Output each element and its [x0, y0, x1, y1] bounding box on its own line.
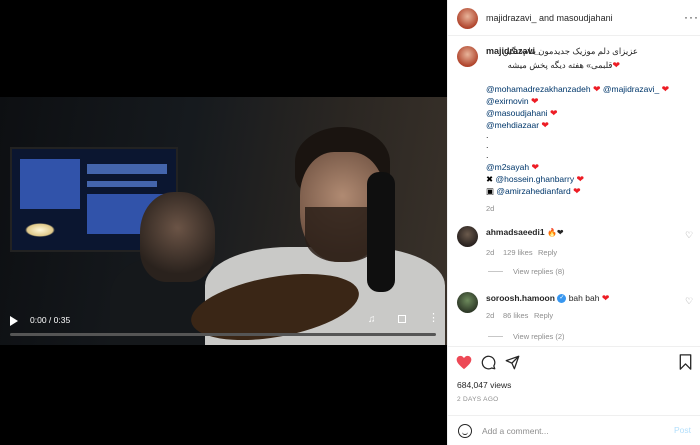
comment-icon[interactable] — [481, 355, 496, 370]
mention-link[interactable]: @mohamadrezakhanzadeh ❤ @majidrazavi_ ❤ — [486, 84, 669, 95]
add-comment-bar: Post — [448, 415, 700, 445]
comment-age: 2d — [486, 248, 495, 257]
fullscreen-icon[interactable] — [398, 315, 406, 323]
emoji-smiley-icon[interactable] — [458, 424, 472, 438]
camera-emoji: ▣ — [486, 186, 495, 196]
caption-line-2: ❤قلبمی» هفته دیگه پخش میشه — [507, 60, 620, 70]
mention-link[interactable]: ▣ @amirzahedianfard ❤ — [486, 186, 581, 197]
comment-input[interactable] — [482, 424, 662, 438]
mention-link[interactable]: @masoudjahani ❤ — [486, 108, 557, 119]
share-icon[interactable] — [505, 355, 520, 370]
caption-dot: . — [486, 150, 489, 160]
reply-button[interactable]: Reply — [534, 311, 553, 320]
comment-2: soroosh.hamoon ✓ bah bah ❤ — [486, 293, 610, 304]
view-replies-button[interactable]: View replies (8) — [513, 267, 565, 276]
post-sidebar: majidrazavi_ and masoudjahani ··· majidr… — [447, 0, 700, 445]
more-options-icon[interactable]: ⋮ — [428, 313, 439, 324]
like-comment-icon[interactable]: ♡ — [685, 296, 693, 307]
post-comment-button[interactable]: Post — [674, 425, 691, 435]
save-bookmark-icon[interactable] — [679, 354, 692, 370]
comment-age: 2d — [486, 311, 495, 320]
comment-likes[interactable]: 129 likes — [503, 248, 533, 257]
caption-avatar[interactable] — [457, 46, 478, 67]
caption-age: 2d — [486, 204, 495, 213]
guitarist-head — [140, 192, 215, 282]
reply-divider — [488, 271, 503, 272]
comment-likes[interactable]: 86 likes — [503, 311, 528, 320]
video-time: 0:00 / 0:35 — [30, 315, 71, 325]
caption-line-1: عزیزای دلم موزیک جدیدمون بنام«نگین — [502, 46, 638, 56]
view-replies-button[interactable]: View replies (2) — [513, 332, 565, 341]
post-authors[interactable]: majidrazavi_ and masoudjahani — [486, 13, 613, 23]
video-progress-bar[interactable] — [10, 333, 436, 336]
comment-username[interactable]: soroosh.hamoon — [486, 293, 555, 303]
mention-link[interactable]: @m2sayah ❤ — [486, 162, 539, 173]
mention-link[interactable]: @mehdiazaar ❤ — [486, 120, 549, 131]
media-panel: 0:00 / 0:35 ♫ ⋮ — [0, 0, 447, 445]
post-actions — [448, 346, 700, 376]
video-player[interactable] — [0, 97, 447, 345]
comment-text: bah bah — [568, 293, 600, 303]
like-comment-icon[interactable]: ♡ — [685, 230, 693, 241]
caption-dot: . — [486, 140, 489, 150]
microphone — [367, 172, 395, 292]
verified-badge-icon: ✓ — [557, 294, 567, 304]
post-header: majidrazavi_ and masoudjahani ··· — [448, 0, 700, 36]
mention-link[interactable]: ✖ @hossein.ghanbarry ❤ — [486, 174, 584, 185]
view-count[interactable]: 684,047 views — [457, 380, 511, 390]
like-heart-icon[interactable] — [456, 355, 472, 370]
caption-dot: . — [486, 130, 489, 140]
reply-button[interactable]: Reply — [538, 248, 557, 257]
mention-link[interactable]: @exirnovin ❤ — [486, 96, 539, 107]
post-date: 2 DAYS AGO — [457, 396, 499, 403]
comment-username[interactable]: ahmadsaeedi1 — [486, 227, 545, 237]
comment-1: ahmadsaeedi1 🔥❤ — [486, 227, 564, 237]
heart-emoji: ❤ — [612, 60, 620, 70]
video-controls: 0:00 / 0:35 ♫ ⋮ — [0, 310, 447, 340]
bow-emoji: ✖ — [486, 174, 494, 184]
lamp-light — [25, 223, 55, 237]
commenter-avatar[interactable] — [457, 292, 478, 313]
instagram-post-modal: 0:00 / 0:35 ♫ ⋮ majidrazavi_ and masoudj… — [0, 0, 700, 445]
author-avatar[interactable] — [457, 8, 478, 29]
commenter-avatar[interactable] — [457, 226, 478, 247]
comment-text: 🔥❤ — [546, 228, 564, 237]
volume-icon[interactable]: ♫ — [368, 314, 376, 325]
play-icon[interactable] — [10, 316, 18, 326]
more-options-icon[interactable]: ··· — [684, 10, 699, 24]
reply-divider — [488, 336, 503, 337]
